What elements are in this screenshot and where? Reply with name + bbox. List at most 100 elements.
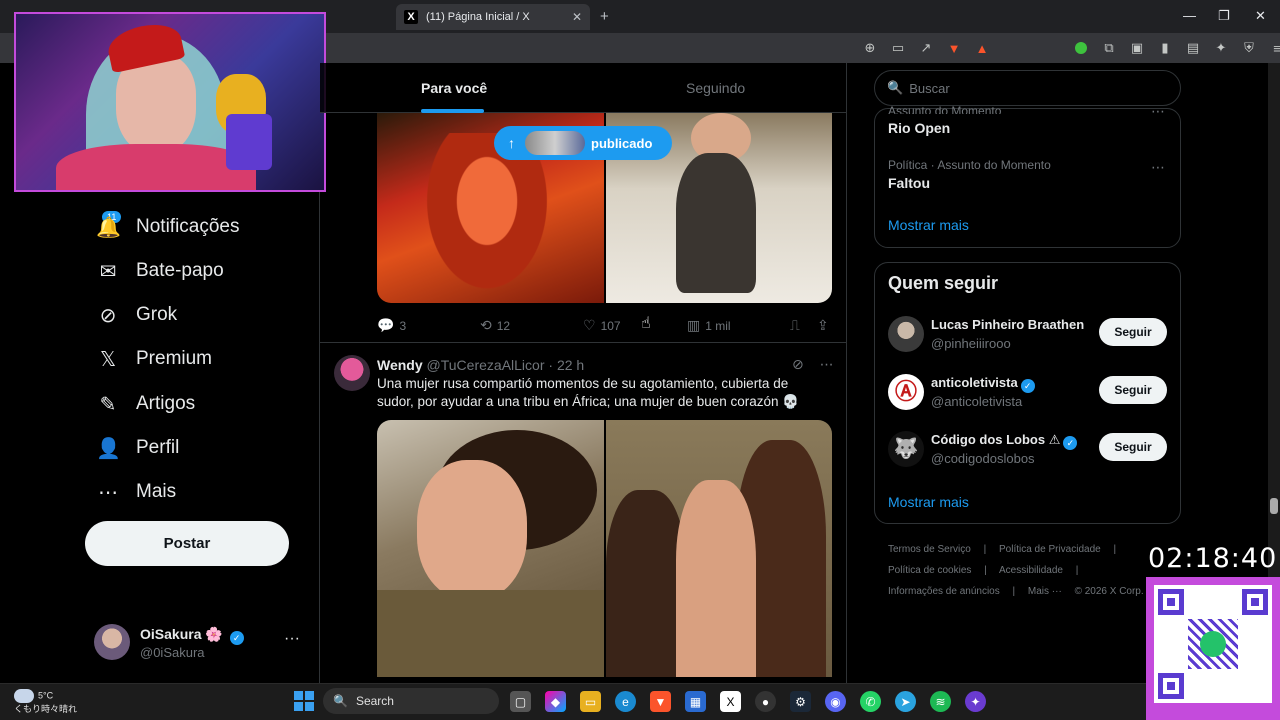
brave-icon[interactable]: ▼: [946, 40, 962, 56]
trend-name[interactable]: Faltou: [888, 175, 930, 191]
steam-icon[interactable]: ⚙: [790, 691, 811, 712]
rewards-icon[interactable]: ▲: [974, 40, 990, 56]
tweet-image[interactable]: [377, 420, 604, 677]
footer-link[interactable]: Política de Privacidade: [999, 544, 1101, 555]
timeline-header: Para você Seguindo: [320, 63, 846, 113]
tab-title: (11) Página Inicial / X: [426, 11, 530, 23]
footer-link[interactable]: Termos de Serviço: [888, 544, 971, 555]
nav-item-notifications[interactable]: 🔔 Notificações: [96, 207, 240, 247]
tab-following[interactable]: Seguindo: [686, 80, 745, 96]
browser-tab-active[interactable]: X (11) Página Inicial / X ✕: [396, 4, 590, 30]
vpn-icon[interactable]: ⛨: [1241, 40, 1257, 56]
zoom-icon[interactable]: ⊕: [862, 40, 878, 56]
window-minimize-button[interactable]: —: [1183, 8, 1196, 23]
obs-icon[interactable]: ●: [755, 691, 776, 712]
task-view-icon[interactable]: ▢: [510, 691, 531, 712]
extension-status-icon[interactable]: [1073, 40, 1089, 56]
footer-link[interactable]: Acessibilidade: [999, 565, 1063, 576]
leo-icon[interactable]: ✦: [1213, 40, 1229, 56]
follow-show-more-link[interactable]: Mostrar mais: [888, 494, 969, 510]
account-switcher[interactable]: OiSakura 🌸 ✓ @0iSakura ···: [94, 624, 304, 664]
footer-separator: |: [984, 565, 987, 576]
grok-icon[interactable]: ⊘: [792, 356, 804, 372]
share-action[interactable]: ⇪: [817, 317, 834, 334]
twitch-icon[interactable]: ✦: [965, 691, 986, 712]
verified-badge-icon: ✓: [1020, 379, 1035, 393]
trend-name[interactable]: Rio Open: [888, 120, 950, 136]
trends-show-more-link[interactable]: Mostrar mais: [888, 217, 969, 233]
footer-link[interactable]: Política de cookies: [888, 565, 971, 576]
copilot-icon[interactable]: ◆: [545, 691, 566, 712]
stream-clock: 02:18:40: [1148, 543, 1278, 574]
search-input[interactable]: 🔍 Buscar: [874, 70, 1181, 106]
tweet-header: Wendy @TuCerezaAlLicor · 22 h: [377, 357, 584, 373]
cast-icon[interactable]: ▭: [890, 40, 906, 56]
x-app-icon[interactable]: X: [720, 691, 741, 712]
account-more-icon[interactable]: ···: [284, 630, 300, 648]
sidebar-icon[interactable]: ▮: [1157, 40, 1173, 56]
mail-icon: ✉: [99, 260, 117, 283]
address-bar-icons: ⊕ ▭ ↗ ▼ ▲: [862, 40, 990, 56]
store-icon[interactable]: ▦: [685, 691, 706, 712]
flower-icon: 🌸: [205, 626, 223, 642]
nav-item-premium[interactable]: 𝕏 Premium: [96, 339, 212, 379]
nav-label: Artigos: [136, 393, 196, 414]
tab-close-icon[interactable]: ✕: [572, 10, 582, 24]
profile-handle: @0iSakura: [140, 645, 205, 660]
views-action[interactable]: ▥ 1 mil: [687, 317, 731, 334]
window-close-button[interactable]: ✕: [1255, 8, 1266, 24]
spotify-icon[interactable]: ≋: [930, 691, 951, 712]
new-posts-pill[interactable]: ↑ publicado: [494, 126, 672, 160]
follow-button[interactable]: Seguir: [1099, 318, 1167, 346]
retweet-action[interactable]: ⟲ 12: [480, 317, 510, 334]
reply-action[interactable]: 💬 3: [377, 317, 406, 334]
nav-item-grok[interactable]: ⊘ Grok: [96, 295, 178, 335]
edge-icon[interactable]: e: [615, 691, 636, 712]
nav-item-articles[interactable]: ✎ Artigos: [96, 384, 196, 424]
follow-button[interactable]: Seguir: [1099, 376, 1167, 404]
puzzle-icon[interactable]: ⧉: [1101, 40, 1117, 56]
bookmark-action[interactable]: ⎍: [790, 317, 805, 334]
tweet-more-icon[interactable]: ⋯: [820, 356, 834, 372]
share-icon[interactable]: ↗: [918, 40, 934, 56]
weather-widget[interactable]: 5°C くもり時々晴れ: [14, 689, 77, 715]
nav-item-profile[interactable]: 👤 Perfil: [96, 428, 179, 468]
discord-icon[interactable]: ◉: [825, 691, 846, 712]
search-icon: 🔍: [887, 80, 904, 95]
tab-search-icon[interactable]: ▣: [1129, 40, 1145, 56]
nav-label: Perfil: [136, 437, 180, 458]
follow-suggestion[interactable]: Ⓐ anticoletivista ✓ @anticoletivista Segu…: [888, 374, 1170, 414]
tweet-image[interactable]: [606, 420, 832, 677]
brave-icon[interactable]: ▼: [650, 691, 671, 712]
start-menu-icon[interactable]: [294, 691, 314, 711]
menu-icon[interactable]: ≡: [1269, 40, 1280, 56]
tweet-time[interactable]: · 22 h: [548, 357, 584, 373]
whatsapp-icon[interactable]: ✆: [860, 691, 881, 712]
nav-item-chat[interactable]: ✉ Bate-papo: [96, 251, 224, 291]
nav-label: Notificações: [136, 216, 240, 237]
articles-icon: ✎: [99, 393, 117, 416]
trend-more-icon[interactable]: ⋯: [1151, 159, 1165, 176]
share-up-icon: ⇪: [817, 317, 829, 333]
footer-link[interactable]: Informações de anúncios: [888, 586, 1000, 597]
like-action[interactable]: ♡ 107: [583, 317, 621, 334]
post-button[interactable]: Postar: [85, 521, 289, 566]
x-logo-icon: 𝕏: [99, 348, 117, 371]
scrollbar-thumb[interactable]: [1270, 498, 1278, 514]
nav-item-more[interactable]: ⋯ Mais: [96, 472, 176, 512]
tweet-author-handle[interactable]: @TuCerezaAlLicor: [427, 357, 545, 373]
footer-link[interactable]: Mais ···: [1028, 586, 1062, 597]
avatar[interactable]: [334, 355, 370, 391]
follow-suggestion[interactable]: Lucas Pinheiro Braathen @pinheiiirooo Se…: [888, 316, 1170, 356]
tab-for-you[interactable]: Para você: [421, 80, 487, 96]
wallet-icon[interactable]: ▤: [1185, 40, 1201, 56]
taskbar-search[interactable]: 🔍 Search: [323, 688, 499, 714]
telegram-icon[interactable]: ➤: [895, 691, 916, 712]
file-explorer-icon[interactable]: ▭: [580, 691, 601, 712]
follow-button[interactable]: Seguir: [1099, 433, 1167, 461]
tweet-author-name[interactable]: Wendy: [377, 357, 423, 373]
follow-suggestion[interactable]: 🐺 Código dos Lobos ⚠ ✓ @codigodoslobos Se…: [888, 431, 1170, 471]
new-tab-button[interactable]: +: [600, 8, 609, 25]
trend-more-icon[interactable]: ⋯: [1151, 103, 1165, 120]
window-maximize-button[interactable]: ❐: [1218, 8, 1230, 24]
